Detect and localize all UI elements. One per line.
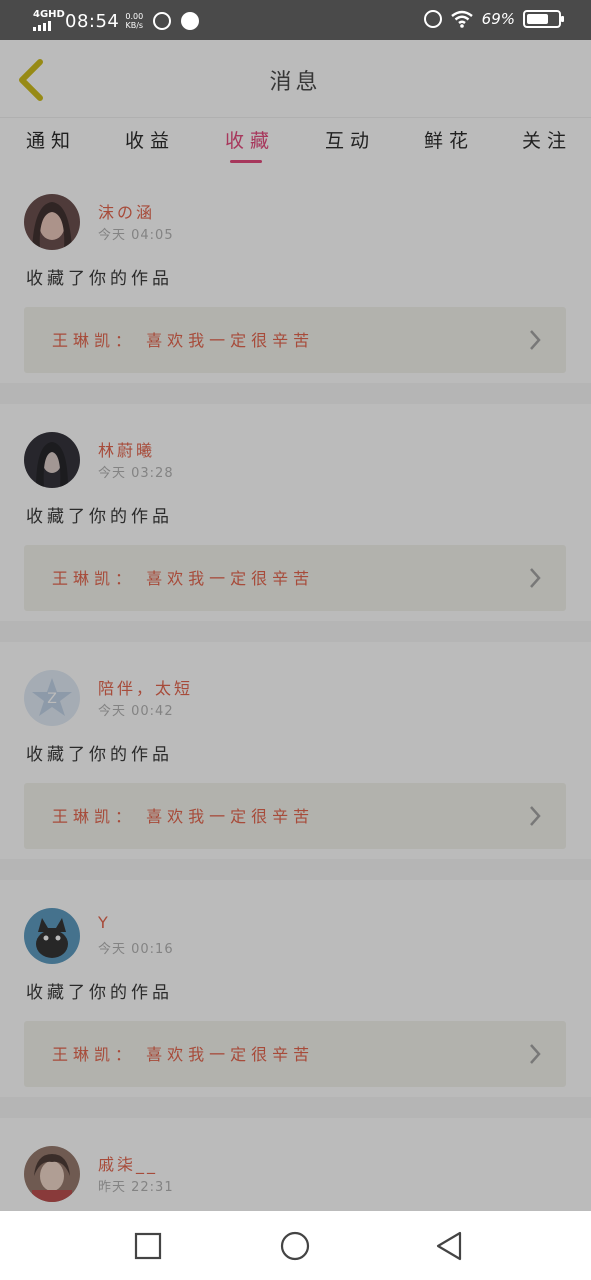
tab-interactions[interactable]: 互动 [325, 126, 375, 153]
avatar[interactable] [24, 194, 80, 250]
work-title: 王琳凯： 喜欢我一定很辛苦 [52, 331, 315, 350]
clock: 08:54 [65, 10, 120, 32]
message-action: 收藏了你的作品 [26, 745, 173, 765]
user-name[interactable]: 林蔚曦 [98, 437, 155, 461]
message-card[interactable]: Y 今天 00:16 收藏了你的作品 王琳凯： 喜欢我一定很辛苦 [0, 880, 591, 1097]
work-link[interactable]: 王琳凯： 喜欢我一定很辛苦 [24, 545, 566, 611]
message-time: 今天 00:16 [98, 942, 174, 957]
speed-value: 0.00 [125, 12, 144, 21]
chevron-right-icon [530, 806, 541, 826]
message-action: 收藏了你的作品 [26, 507, 173, 527]
work-link[interactable]: 王琳凯： 喜欢我一定很辛苦 [24, 783, 566, 849]
work-title: 王琳凯： 喜欢我一定很辛苦 [52, 1045, 315, 1064]
recents-button[interactable] [133, 1231, 163, 1261]
chevron-right-icon [530, 1044, 541, 1064]
wifi-icon [450, 10, 473, 28]
tab-following[interactable]: 关注 [522, 126, 572, 153]
user-name[interactable]: Y [98, 913, 111, 932]
status-bar: 4GHD 08:54 0.00 KB/s 69% [0, 0, 591, 40]
home-button[interactable] [280, 1231, 310, 1261]
back-nav-button[interactable] [434, 1231, 464, 1261]
message-time: 今天 04:05 [98, 228, 174, 243]
message-time: 今天 03:28 [98, 466, 174, 481]
message-card[interactable]: 戚柒__ 昨天 22:31 [0, 1118, 591, 1211]
message-time: 今天 00:42 [98, 704, 174, 719]
speed-unit: KB/s [125, 21, 144, 30]
svg-text:Z: Z [47, 691, 57, 707]
avatar[interactable] [24, 908, 80, 964]
message-time: 昨天 22:31 [98, 1180, 174, 1195]
speedometer-icon [181, 12, 200, 30]
battery-icon [523, 10, 564, 28]
page-title: 消息 [269, 70, 322, 95]
battery-percent: 69% [481, 10, 515, 28]
active-tab-indicator [230, 160, 262, 163]
system-nav-bar [0, 1211, 591, 1280]
alarm-icon [423, 10, 442, 28]
message-card[interactable]: 沫の涵 今天 04:05 收藏了你的作品 王琳凯： 喜欢我一定很辛苦 [0, 166, 591, 383]
chevron-right-icon [530, 330, 541, 350]
network-type: 4GHD [33, 9, 65, 20]
work-title: 王琳凯： 喜欢我一定很辛苦 [52, 807, 315, 826]
message-action: 收藏了你的作品 [26, 269, 173, 289]
network-speed: 0.00 KB/s [125, 12, 143, 30]
tab-bar: 通知 收益 收藏 互动 鲜花 关注 [0, 117, 591, 166]
user-name[interactable]: 戚柒__ [98, 1151, 158, 1175]
work-title: 王琳凯： 喜欢我一定很辛苦 [52, 569, 315, 588]
header: 消息 [0, 40, 591, 117]
avatar[interactable] [24, 432, 80, 488]
chevron-right-icon [530, 568, 541, 588]
tab-notifications[interactable]: 通知 [26, 126, 76, 153]
message-card[interactable]: Z 陪伴，太短 今天 00:42 收藏了你的作品 王琳凯： 喜欢我一定很辛苦 [0, 642, 591, 859]
message-card[interactable]: 林蔚曦 今天 03:28 收藏了你的作品 王琳凯： 喜欢我一定很辛苦 [0, 404, 591, 621]
app-screen: 消息 通知 收益 收藏 互动 鲜花 关注 沫の涵 今天 04:05 收藏了你的作… [0, 40, 591, 1211]
avatar[interactable]: Z [24, 670, 80, 726]
user-name[interactable]: 陪伴，太短 [98, 675, 193, 699]
tab-favorites[interactable]: 收藏 [225, 126, 275, 153]
tab-earnings[interactable]: 收益 [125, 126, 175, 153]
work-link[interactable]: 王琳凯： 喜欢我一定很辛苦 [24, 307, 566, 373]
message-action: 收藏了你的作品 [26, 983, 173, 1003]
user-name[interactable]: 沫の涵 [98, 199, 155, 223]
work-link[interactable]: 王琳凯： 喜欢我一定很辛苦 [24, 1021, 566, 1087]
tab-flowers[interactable]: 鲜花 [424, 126, 474, 153]
usb-icon [153, 12, 172, 30]
avatar[interactable] [24, 1146, 80, 1202]
signal-icon: 4GHD [33, 9, 65, 33]
